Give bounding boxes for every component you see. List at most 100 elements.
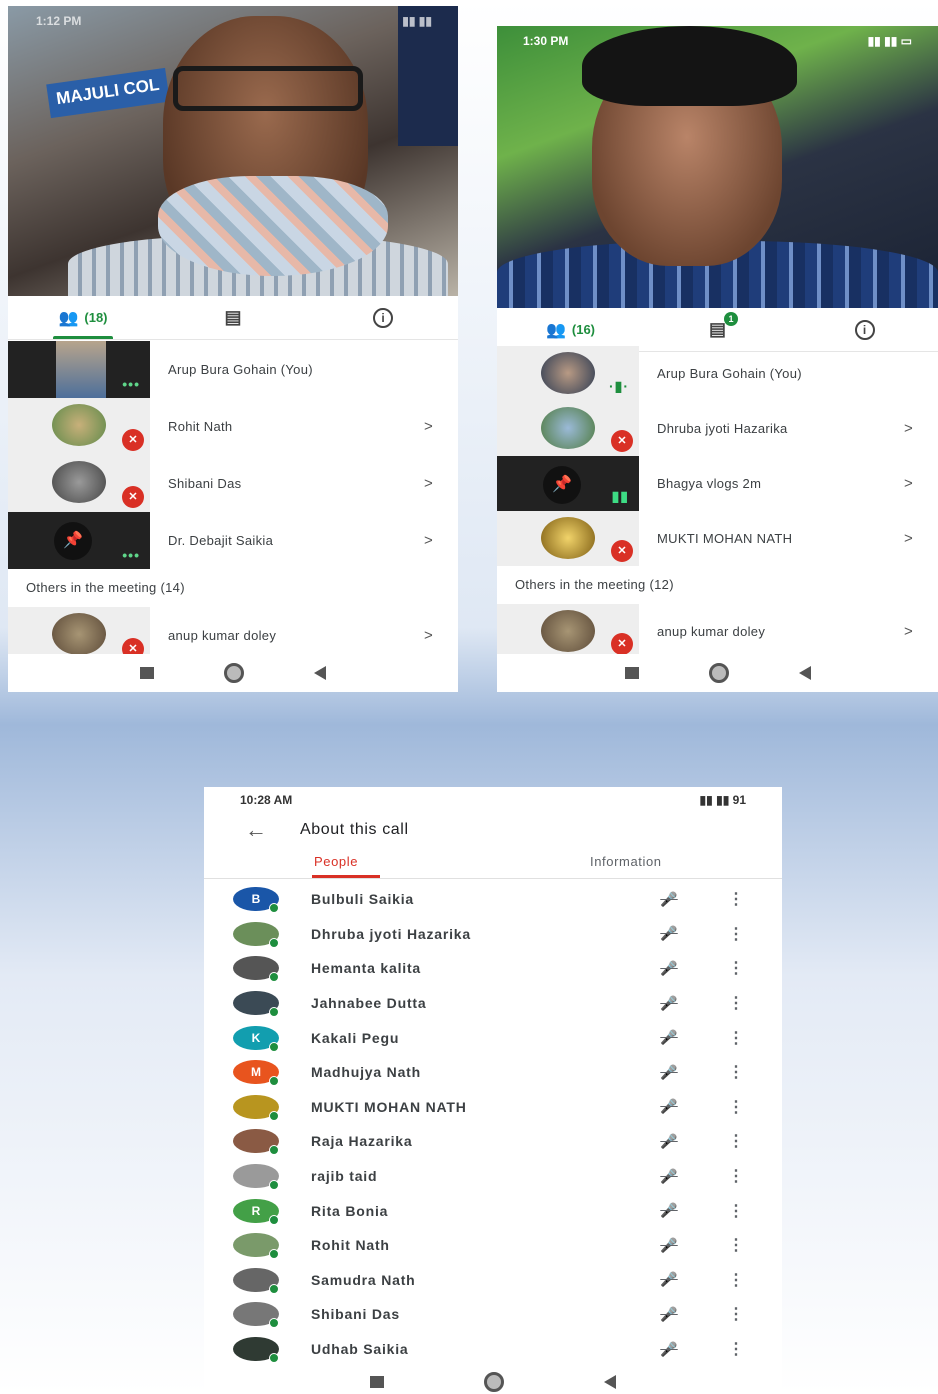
person-row[interactable]: Hemanta kalita 🎤 ⋮ [204,951,782,986]
android-nav-bar [497,654,938,692]
chat-badge: 1 [724,312,738,326]
tab-people[interactable]: People [204,849,506,878]
home-icon[interactable] [708,663,729,683]
chevron-right-icon: > [904,475,913,492]
more-options-icon[interactable]: ⋮ [726,1235,746,1255]
more-dots-icon: ••• [122,376,140,392]
person-row[interactable]: rajib taid 🎤 ⋮ [204,1159,782,1194]
participant-row[interactable]: ✕ Rohit Nath > [8,398,458,455]
person-row[interactable]: R Rita Bonia 🎤 ⋮ [204,1193,782,1228]
tab-info[interactable]: i [791,308,938,351]
person-row[interactable]: Jahnabee Dutta 🎤 ⋮ [204,986,782,1021]
more-options-icon[interactable]: ⋮ [726,1062,746,1082]
tab-chat[interactable]: ▤ 1 [644,308,791,351]
participant-row[interactable]: 📌 ••• Dr. Debajit Saikia > [8,512,458,569]
back-icon[interactable] [604,1375,616,1389]
more-options-icon[interactable]: ⋮ [726,1131,746,1151]
chat-icon: ▤ [224,307,242,327]
tab-chat[interactable]: ▤ [158,296,308,339]
participant-thumbnail: ✕ [497,401,639,456]
people-list: B Bulbuli Saikia 🎤 ⋮ Dhruba jyoti Hazarika 🎤 ⋮… [204,882,782,1366]
person-name: Jahnabee Dutta [311,995,427,1012]
avatar [233,1302,279,1329]
person-row[interactable]: Udhab Saikia 🎤 ⋮ [204,1332,782,1367]
more-options-icon[interactable]: ⋮ [726,993,746,1013]
participant-row[interactable]: ✕ Shibani Das > [8,455,458,512]
home-icon[interactable] [224,663,244,683]
avatar [233,1337,279,1364]
person-name: Rita Bonia [311,1202,389,1219]
person-row[interactable]: MUKTI MOHAN NATH 🎤 ⋮ [204,1090,782,1125]
person-row[interactable]: M Madhujya Nath 🎤 ⋮ [204,1055,782,1090]
tab-information[interactable]: Information [506,849,782,878]
tab-info[interactable]: i [308,296,458,339]
avatar [233,1094,279,1121]
info-icon: i [854,319,875,340]
person-row[interactable]: Samudra Nath 🎤 ⋮ [204,1263,782,1298]
video-thumbnail [56,341,106,398]
recents-icon[interactable] [370,1376,384,1388]
mic-off-icon: ✕ [611,540,633,562]
more-options-icon[interactable]: ⋮ [726,889,746,909]
status-time: 1:30 PM [523,34,569,48]
more-options-icon[interactable]: ⋮ [726,1028,746,1048]
back-icon[interactable] [798,666,811,680]
more-options-icon[interactable]: ⋮ [726,1201,746,1221]
person-name: Raja Hazarika [311,1133,413,1150]
mic-off-icon: 🎤 [660,1132,678,1149]
panel-tabs: 👥 (18) ▤ i [8,296,458,340]
mic-off-icon: 🎤 [660,959,678,976]
person-row[interactable]: Dhruba jyoti Hazarika 🎤 ⋮ [204,917,782,952]
participant-row[interactable]: ✕ anup kumar doley > [497,604,938,659]
avatar [233,921,279,948]
more-options-icon[interactable]: ⋮ [726,1304,746,1324]
info-icon: i [373,307,393,328]
mic-off-icon: 🎤 [660,1236,678,1253]
person-row[interactable]: Rohit Nath 🎤 ⋮ [204,1228,782,1263]
chat-icon: ▤ 1 [709,312,738,340]
chevron-right-icon: > [424,532,433,549]
chevron-right-icon: > [904,420,913,437]
home-icon[interactable] [484,1372,504,1392]
audio-level-icon: ·▮· [608,378,629,394]
more-options-icon[interactable]: ⋮ [726,1166,746,1186]
tab-people[interactable]: 👥 (18) [8,296,158,339]
participant-row[interactable]: ✕ MUKTI MOHAN NATH > [497,511,938,566]
person-row[interactable]: B Bulbuli Saikia 🎤 ⋮ [204,882,782,917]
app-header: ← About this call [204,813,782,847]
participant-name: Shibani Das [168,476,242,491]
person-name: Hemanta kalita [311,960,422,977]
status-bar: 1:12 PM ▮▮ ▮▮ [8,6,458,34]
participant-row[interactable]: ✕ Dhruba jyoti Hazarika > [497,401,938,456]
participant-row[interactable]: ·▮· Arup Bura Gohain (You) [497,346,938,401]
avatar [52,404,106,446]
recents-icon[interactable] [140,667,154,679]
person-row[interactable]: Shibani Das 🎤 ⋮ [204,1297,782,1332]
more-options-icon[interactable]: ⋮ [726,1339,746,1359]
person-name: Bulbuli Saikia [311,891,414,908]
person-row[interactable]: Raja Hazarika 🎤 ⋮ [204,1124,782,1159]
back-arrow-icon[interactable]: ← [226,817,286,843]
avatar [233,1233,279,1260]
avatar: K [233,1025,279,1052]
participant-row[interactable]: ••• Arup Bura Gohain (You) [8,341,458,398]
status-time: 1:12 PM [36,14,82,28]
more-options-icon[interactable]: ⋮ [726,1270,746,1290]
face-mask [158,176,388,276]
more-options-icon[interactable]: ⋮ [726,924,746,944]
battery-level: 91 [732,793,746,807]
participant-row[interactable]: 📌 ▮▮ Bhagya vlogs 2m > [497,456,938,511]
participant-thumbnail: ✕ [497,511,639,566]
person-row[interactable]: K Kakali Pegu 🎤 ⋮ [204,1020,782,1055]
tab-people[interactable]: 👥 (16) [497,308,644,351]
pin-icon: 📌 [54,522,92,560]
android-nav-bar [8,654,458,692]
more-options-icon[interactable]: ⋮ [726,1097,746,1117]
participant-name: anup kumar doley [657,624,766,639]
mic-off-icon: 🎤 [660,994,678,1011]
recents-icon[interactable] [624,667,639,679]
more-options-icon[interactable]: ⋮ [726,958,746,978]
college-sign: MAJULI COL [46,67,170,119]
back-icon[interactable] [314,666,326,680]
chevron-right-icon: > [904,530,913,547]
